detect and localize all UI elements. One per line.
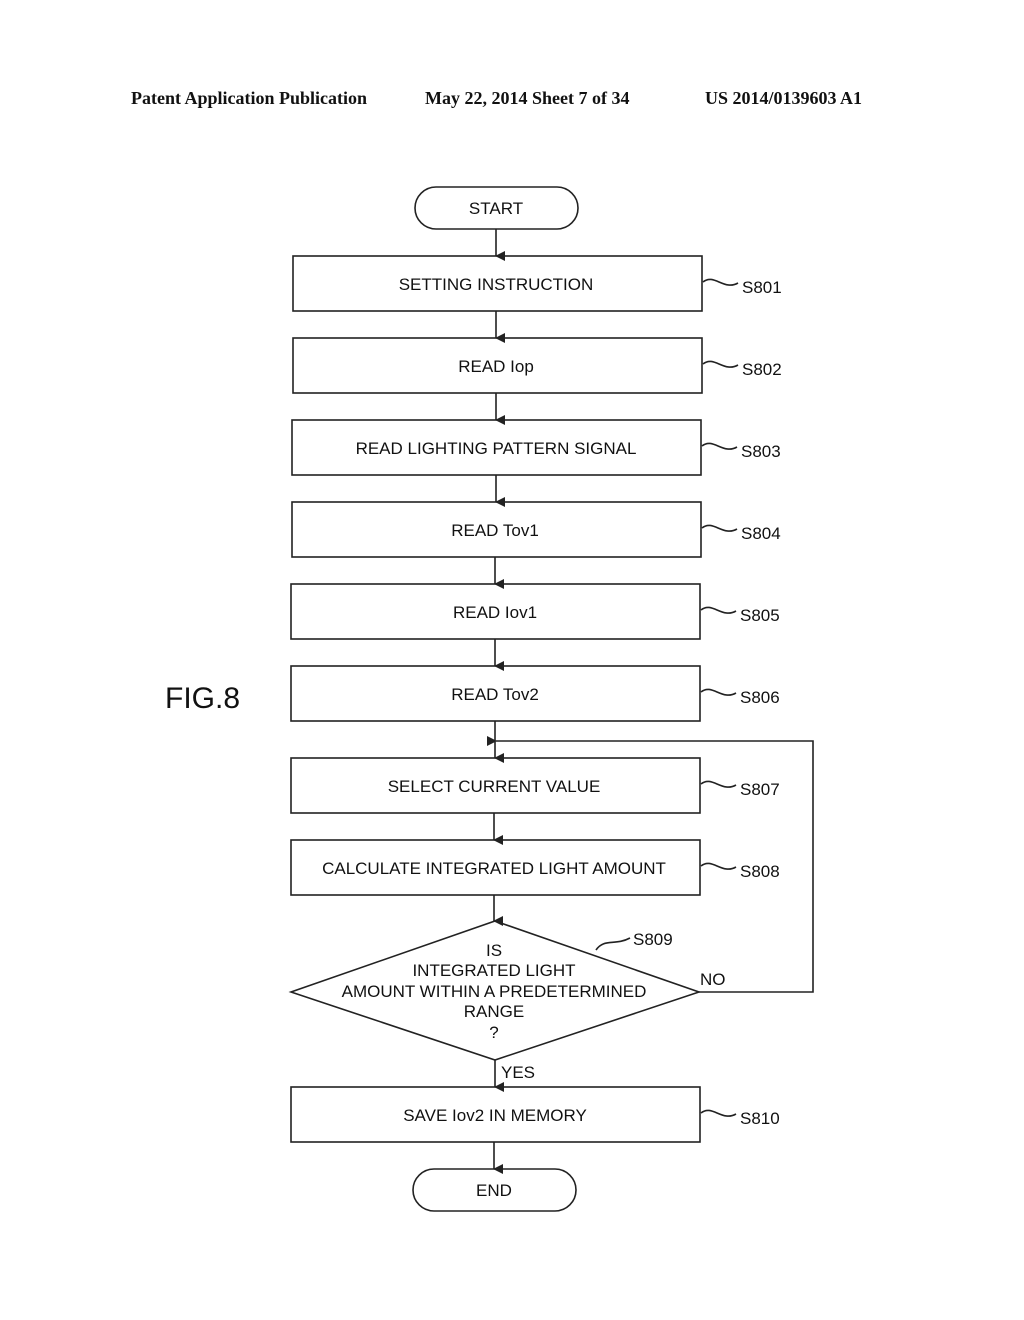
step-s807-leader — [700, 780, 737, 788]
step-s803-leader — [701, 442, 738, 450]
step-s801: SETTING INSTRUCTION S801 — [292, 255, 782, 312]
step-s806: READ Tov2 S806 — [290, 665, 780, 722]
end-terminal: END — [412, 1168, 577, 1212]
step-s803-text: READ LIGHTING PATTERN SIGNAL — [356, 439, 637, 458]
step-s808: CALCULATE INTEGRATED LIGHT AMOUNT S808 — [290, 839, 780, 896]
decision-line-2: INTEGRATED LIGHT — [412, 961, 575, 980]
step-s803-id: S803 — [741, 442, 781, 461]
step-s801-id: S801 — [742, 278, 782, 297]
decision-step-id: S809 — [633, 930, 673, 949]
step-s807-id: S807 — [740, 780, 780, 799]
decision-s809: IS INTEGRATED LIGHT AMOUNT WITHIN A PRED… — [288, 920, 726, 1082]
step-s801-text: SETTING INSTRUCTION — [399, 275, 594, 294]
step-s802-leader — [702, 360, 739, 368]
step-s810-id: S810 — [740, 1109, 780, 1128]
decision-line-4: RANGE — [464, 1002, 524, 1021]
step-s802-text: READ Iop — [458, 357, 534, 376]
step-s806-text: READ Tov2 — [451, 685, 539, 704]
step-s808-leader — [700, 862, 737, 870]
step-s806-id: S806 — [740, 688, 780, 707]
flowchart: FIG.8 START SETTING INSTRUCTION S801 READ … — [165, 186, 814, 1212]
process-steps: SETTING INSTRUCTION S801READ Iop S802READ … — [290, 255, 782, 896]
step-s804-leader — [701, 524, 738, 532]
start-label: START — [469, 199, 523, 218]
decision-line-5: ? — [489, 1023, 498, 1042]
step-s804-id: S804 — [741, 524, 781, 543]
step-s810: SAVE Iov2 IN MEMORY S810 — [290, 1086, 780, 1143]
start-terminal: START — [414, 186, 579, 230]
step-s804-text: READ Tov1 — [451, 521, 539, 540]
step-s803: READ LIGHTING PATTERN SIGNAL S803 — [291, 419, 781, 476]
step-s810-text: SAVE Iov2 IN MEMORY — [403, 1106, 587, 1125]
no-label: NO — [700, 970, 726, 989]
yes-label: YES — [501, 1063, 535, 1082]
step-s802-id: S802 — [742, 360, 782, 379]
step-s807-text: SELECT CURRENT VALUE — [388, 777, 601, 796]
step-s805-text: READ Iov1 — [453, 603, 537, 622]
step-s805-id: S805 — [740, 606, 780, 625]
step-s804: READ Tov1 S804 — [291, 501, 781, 558]
step-s801-leader — [702, 278, 739, 286]
step-s805: READ Iov1 S805 — [290, 583, 780, 640]
decision-line-1: IS — [486, 941, 502, 960]
step-s810-leader — [700, 1109, 737, 1117]
end-label: END — [476, 1181, 512, 1200]
step-s806-leader — [700, 688, 737, 696]
step-s805-leader — [700, 606, 737, 614]
decision-leader — [595, 937, 631, 951]
step-s808-id: S808 — [740, 862, 780, 881]
step-s802: READ Iop S802 — [292, 337, 782, 394]
step-s807: SELECT CURRENT VALUE S807 — [290, 757, 780, 814]
decision-line-3: AMOUNT WITHIN A PREDETERMINED — [342, 982, 647, 1001]
figure-label: FIG.8 — [165, 682, 240, 715]
step-s808-text: CALCULATE INTEGRATED LIGHT AMOUNT — [322, 859, 666, 878]
